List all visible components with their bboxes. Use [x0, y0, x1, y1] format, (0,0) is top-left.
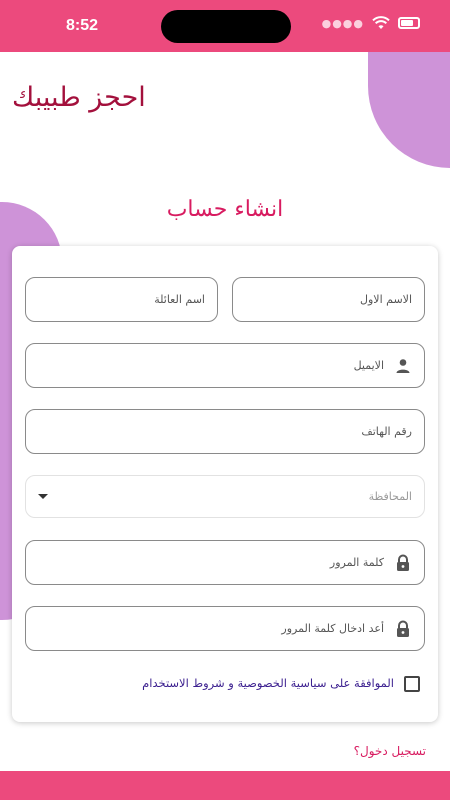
governorate-dropdown[interactable]: المحافظة	[25, 475, 425, 518]
governorate-placeholder: المحافظة	[368, 490, 412, 503]
battery-icon	[398, 17, 420, 29]
page-title: انشاء حساب	[140, 197, 310, 222]
phone-placeholder: رقم الهاتف	[361, 425, 412, 438]
password-placeholder: كلمة المرور	[329, 556, 384, 569]
wifi-icon	[372, 16, 390, 29]
last-name-placeholder: اسم العائلة	[154, 293, 205, 306]
person-icon	[394, 357, 412, 375]
password-field[interactable]: كلمة المرور	[25, 540, 425, 585]
email-placeholder: الايميل	[353, 359, 384, 372]
bottom-bar	[0, 771, 450, 800]
phone-field[interactable]: رقم الهاتف	[25, 409, 425, 454]
first-name-placeholder: الاسم الاول	[360, 293, 412, 306]
status-icons: ●●●●	[322, 16, 420, 30]
agree-checkbox[interactable]	[404, 676, 420, 692]
dynamic-island	[161, 10, 291, 43]
confirm-password-placeholder: أعد ادخال كلمة المرور	[281, 622, 384, 635]
last-name-field[interactable]: اسم العائلة	[25, 277, 218, 322]
lock-icon	[394, 554, 412, 572]
confirm-password-field[interactable]: أعد ادخال كلمة المرور	[25, 606, 425, 651]
email-field[interactable]: الايميل	[25, 343, 425, 388]
lock-icon	[394, 620, 412, 638]
agree-label[interactable]: الموافقة على سياسية الخصوصية و شروط الاس…	[142, 676, 394, 690]
decorative-circle-top	[368, 52, 450, 168]
login-link[interactable]: تسجيل دخول؟	[354, 744, 426, 758]
status-time: 8:52	[66, 17, 99, 34]
signal-icon: ●●●●	[321, 16, 364, 30]
page-title-text: انشاء حساب	[166, 197, 284, 222]
app-title: احجز طبيبك	[12, 82, 146, 113]
first-name-field[interactable]: الاسم الاول	[232, 277, 425, 322]
status-bar: 8:52 ●●●●	[0, 0, 450, 52]
dropdown-arrow-icon	[38, 494, 48, 499]
